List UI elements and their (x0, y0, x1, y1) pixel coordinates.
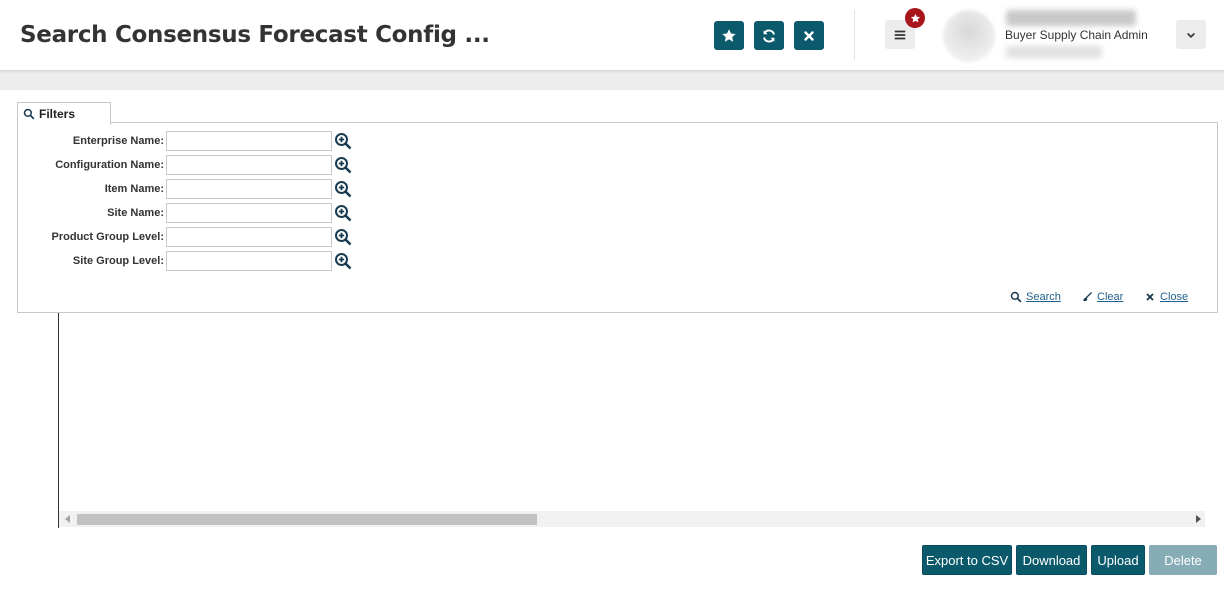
scrollbar-thumb[interactable] (77, 514, 537, 525)
filter-row-site: Site Name: (18, 203, 418, 225)
filter-row-item: Item Name: (18, 179, 418, 201)
search-icon (23, 108, 35, 120)
item-name-input[interactable] (166, 179, 332, 199)
search-link[interactable]: Search (1010, 291, 1061, 303)
lookup-icon[interactable] (334, 132, 352, 150)
user-role: Buyer Supply Chain Admin (1005, 28, 1148, 42)
star-badge-icon (910, 13, 920, 22)
app-header: Search Consensus Forecast Config ... Buy… (0, 0, 1224, 70)
lookup-icon[interactable] (334, 204, 352, 222)
close-icon (1146, 293, 1154, 301)
product-group-level-label: Product Group Level: (51, 231, 164, 243)
item-name-label: Item Name: (104, 183, 164, 195)
refresh-icon (763, 28, 775, 43)
search-link-label: Search (1026, 291, 1061, 303)
chevron-down-icon (1187, 32, 1195, 38)
scroll-right-arrow-icon[interactable] (1196, 515, 1201, 523)
close-link[interactable]: Close (1144, 291, 1188, 303)
lookup-icon[interactable] (334, 228, 352, 246)
avatar[interactable] (943, 10, 995, 62)
lookup-icon[interactable] (334, 156, 352, 174)
lookup-icon[interactable] (334, 180, 352, 198)
site-name-label: Site Name: (107, 207, 164, 219)
header-divider (854, 10, 855, 60)
tab-filters-label: Filters (39, 107, 76, 121)
star-icon (722, 28, 736, 42)
enterprise-name-input[interactable] (166, 131, 332, 151)
filter-row-enterprise: Enterprise Name: (18, 131, 418, 153)
product-group-level-input[interactable] (166, 227, 332, 247)
lookup-icon[interactable] (334, 252, 352, 270)
filter-row-product-group: Product Group Level: (18, 227, 418, 249)
page-title: Search Consensus Forecast Config ... (20, 22, 490, 48)
favorite-button[interactable] (714, 21, 744, 50)
filter-row-configuration: Configuration Name: (18, 155, 418, 177)
close-icon (804, 30, 814, 41)
user-detail-redacted (1006, 46, 1102, 58)
close-link-label: Close (1160, 291, 1189, 303)
tab-filters[interactable]: Filters (17, 102, 111, 125)
hamburger-menu-icon (894, 30, 906, 39)
site-name-input[interactable] (166, 203, 332, 223)
horizontal-scrollbar[interactable] (59, 511, 1205, 527)
clear-link-label: Clear (1097, 291, 1124, 303)
upload-button[interactable]: Upload (1091, 545, 1145, 575)
filter-panel: Enterprise Name: Configuration Name: Ite… (17, 122, 1218, 313)
eraser-icon (1083, 292, 1092, 302)
export-csv-button[interactable]: Export to CSV (922, 545, 1012, 575)
user-name-redacted (1006, 10, 1136, 26)
delete-button[interactable]: Delete (1149, 545, 1217, 575)
grid-border (58, 313, 59, 528)
site-group-level-input[interactable] (166, 251, 332, 271)
configuration-name-input[interactable] (166, 155, 332, 175)
site-group-level-label: Site Group Level: (72, 255, 164, 267)
scroll-left-arrow-icon[interactable] (65, 515, 70, 523)
download-button[interactable]: Download (1016, 545, 1087, 575)
main-panel: Filters Enterprise Name: Configuration N… (0, 90, 1224, 592)
configuration-name-label: Configuration Name: (55, 159, 164, 171)
notification-badge[interactable] (905, 8, 925, 28)
refresh-button[interactable] (754, 21, 784, 50)
clear-link[interactable]: Clear (1081, 291, 1123, 303)
search-icon (1010, 291, 1022, 303)
user-menu-dropdown[interactable] (1176, 20, 1206, 49)
filter-row-site-group: Site Group Level: (18, 251, 418, 273)
enterprise-name-label: Enterprise Name: (72, 135, 164, 147)
close-button[interactable] (794, 21, 824, 50)
